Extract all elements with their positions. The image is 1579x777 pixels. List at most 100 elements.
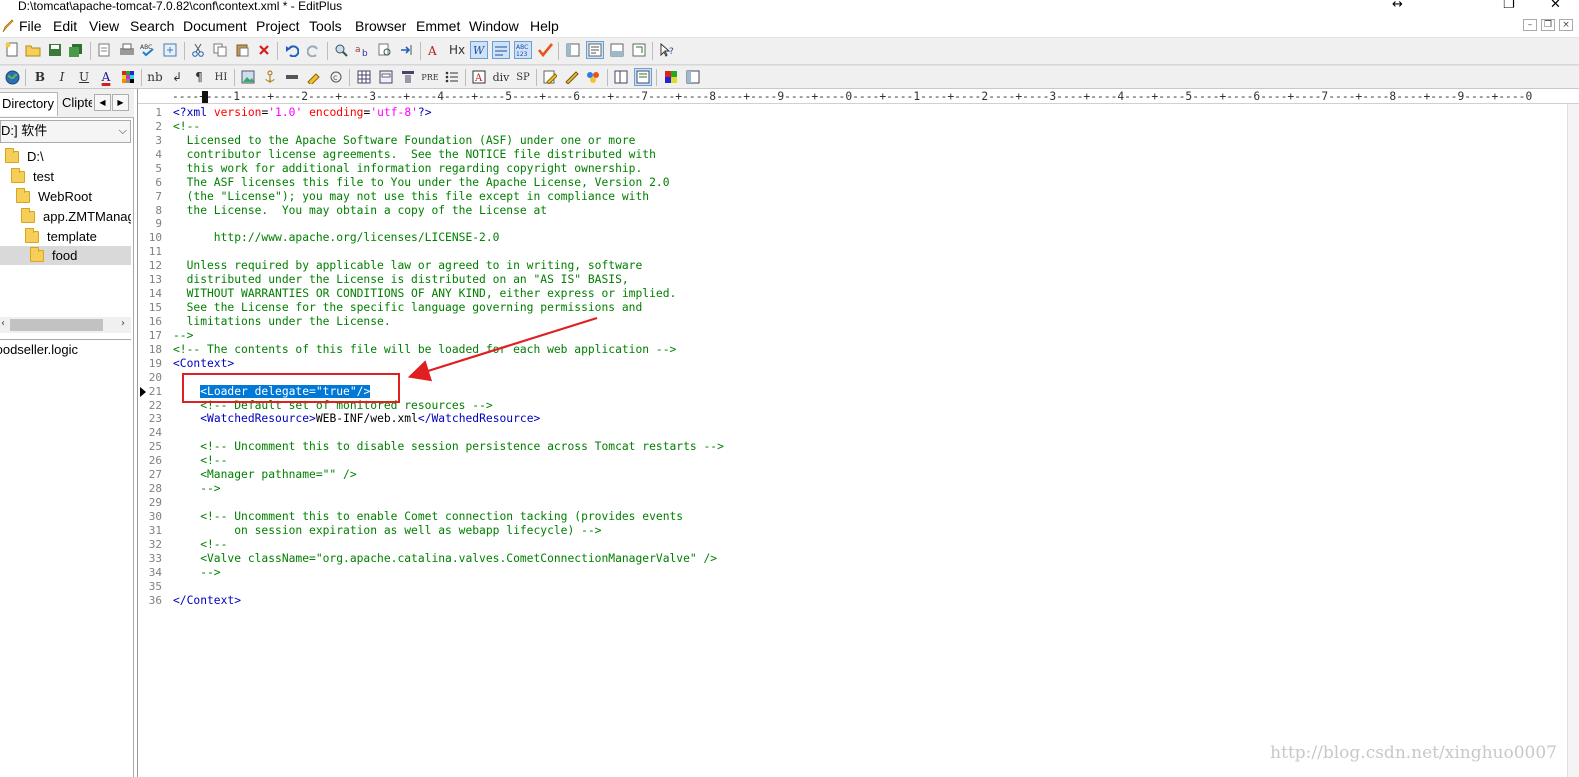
font-icon[interactable]: A (426, 41, 444, 59)
editor-pane[interactable]: ----+----1----+----2----+----3----+----4… (137, 89, 1579, 777)
code-line[interactable]: <!-- Uncomment this to enable Comet conn… (173, 510, 683, 524)
horizontal-rule-icon[interactable] (283, 68, 301, 86)
code-line[interactable]: <!-- (173, 538, 227, 552)
menu-file[interactable]: File (19, 18, 42, 34)
code-line[interactable]: --> (173, 482, 220, 496)
mdi-restore-button[interactable]: ❐ (1541, 19, 1555, 31)
scrollbar-thumb[interactable] (10, 319, 103, 331)
list-icon[interactable] (443, 68, 461, 86)
code-line[interactable]: --> (173, 566, 220, 580)
menu-browser[interactable]: Browser (355, 18, 406, 34)
link-icon[interactable] (305, 68, 323, 86)
code-line[interactable]: Unless required by applicable law or agr… (173, 259, 643, 273)
code-line[interactable]: </Context> (173, 594, 241, 608)
code-line[interactable]: <Valve className="org.apache.catalina.va… (173, 552, 717, 566)
replace-icon[interactable]: ab (354, 41, 372, 59)
tab-cliptext[interactable]: Cliptext (60, 92, 92, 116)
style-tool-icon[interactable] (563, 68, 581, 86)
redo-icon[interactable] (305, 41, 323, 59)
code-line[interactable]: limitations under the License. (173, 315, 391, 329)
mdi-close-button[interactable]: × (1559, 19, 1573, 31)
find-in-files-icon[interactable] (376, 41, 394, 59)
tab-directory[interactable]: Directory (0, 92, 58, 116)
menu-document[interactable]: Document (183, 18, 247, 34)
text-box-icon[interactable]: A (470, 68, 488, 86)
cliptext-window-icon[interactable] (586, 41, 604, 59)
restore-button[interactable]: ❐ (1503, 0, 1515, 12)
spell-check-icon[interactable]: ABC (139, 41, 157, 59)
table-icon[interactable] (355, 68, 373, 86)
sidebar-toggle-icon[interactable] (684, 68, 702, 86)
line-break-button[interactable]: ↲ (168, 68, 186, 86)
copy-icon[interactable] (211, 41, 229, 59)
color-palette-icon[interactable] (119, 68, 137, 86)
tree-item-d-drive[interactable]: D:\ (5, 147, 44, 166)
print-icon[interactable] (118, 41, 136, 59)
find-icon[interactable] (332, 41, 350, 59)
open-folder-icon[interactable] (24, 41, 42, 59)
scroll-right-icon[interactable]: › (121, 318, 125, 329)
menu-edit[interactable]: Edit (53, 18, 77, 34)
tab-scroll-right-icon[interactable]: ▶ (112, 94, 129, 111)
paste-icon[interactable] (233, 41, 251, 59)
code-line[interactable]: See the License for the specific languag… (173, 301, 643, 315)
undo-icon[interactable] (283, 41, 301, 59)
close-button[interactable]: ✕ (1550, 0, 1561, 12)
menu-window[interactable]: Window (469, 18, 519, 34)
tree-item-test[interactable]: test (11, 167, 54, 186)
output-window-icon[interactable] (608, 41, 626, 59)
preview-pane-icon[interactable] (634, 68, 652, 86)
code-line[interactable]: The ASF licenses this file to You under … (173, 176, 670, 190)
frame-icon[interactable] (612, 68, 630, 86)
menu-emmet[interactable]: Emmet (416, 18, 460, 34)
code-line[interactable]: distributed under the License is distrib… (173, 273, 629, 287)
browser-view-icon[interactable] (161, 41, 179, 59)
script-tool-icon[interactable] (585, 68, 603, 86)
comment-icon[interactable]: c (327, 68, 345, 86)
block-icon[interactable] (399, 68, 417, 86)
code-line[interactable]: http://www.apache.org/licenses/LICENSE-2… (173, 231, 500, 245)
ruler-toggle-icon[interactable] (492, 41, 510, 59)
anchor-icon[interactable] (261, 68, 279, 86)
image-icon[interactable] (239, 68, 257, 86)
paragraph-button[interactable]: ¶ (190, 68, 208, 86)
tree-item-template[interactable]: template (25, 227, 97, 246)
code-line[interactable]: <!-- Uncomment this to disable session p… (173, 440, 724, 454)
code-area[interactable]: <?xml version='1.0' encoding='utf-8'?> <!… (173, 106, 1553, 777)
goto-line-icon[interactable] (398, 41, 416, 59)
code-line[interactable]: <WatchedResource>WEB-INF/web.xml</Watche… (173, 412, 540, 426)
drive-select[interactable]: D:] 软件 ⌵ (0, 120, 131, 143)
code-line[interactable]: <!-- The contents of this file will be l… (173, 343, 676, 357)
code-line[interactable]: <!-- (173, 454, 227, 468)
code-line[interactable]: contributor license agreements. See the … (173, 148, 656, 162)
tree-item-webroot[interactable]: WebRoot (16, 187, 92, 206)
code-line[interactable]: Licensed to the Apache Software Foundati… (173, 134, 636, 148)
code-line[interactable]: <?xml version='1.0' encoding='utf-8'?> (173, 106, 432, 120)
underline-button[interactable]: U (75, 68, 93, 86)
heading-button[interactable]: HI (212, 68, 230, 86)
word-wrap-icon[interactable]: W (470, 41, 488, 59)
full-screen-icon[interactable] (630, 41, 648, 59)
code-line[interactable]: this work for additional information reg… (173, 162, 643, 176)
tree-item-food[interactable]: food (0, 246, 131, 265)
mdi-minimize-button[interactable]: – (1523, 19, 1537, 31)
code-line[interactable]: <!-- (173, 120, 200, 134)
code-line[interactable]: --> (173, 329, 193, 343)
color-picker-icon[interactable] (662, 68, 680, 86)
code-line[interactable]: (the "License"); you may not use this fi… (173, 190, 650, 204)
directory-window-icon[interactable] (564, 41, 582, 59)
delete-icon[interactable] (255, 41, 273, 59)
bold-button[interactable]: B (31, 68, 49, 86)
editor-vertical-scrollbar[interactable] (1567, 104, 1579, 777)
menu-tools[interactable]: Tools (309, 18, 342, 34)
code-line[interactable]: the License. You may obtain a copy of th… (173, 204, 547, 218)
code-line[interactable]: <Manager pathname="" /> (173, 468, 356, 482)
div-button[interactable]: div (492, 68, 510, 86)
cut-icon[interactable] (189, 41, 207, 59)
save-icon[interactable] (46, 41, 64, 59)
tab-scroll-left-icon[interactable]: ◀ (94, 94, 111, 111)
pre-button[interactable]: PRE (421, 68, 439, 86)
line-number-toggle-icon[interactable]: ABC 123 (514, 41, 532, 59)
span-button[interactable]: SP (514, 68, 532, 86)
file-list-item[interactable]: foodseller.logic (0, 342, 78, 357)
